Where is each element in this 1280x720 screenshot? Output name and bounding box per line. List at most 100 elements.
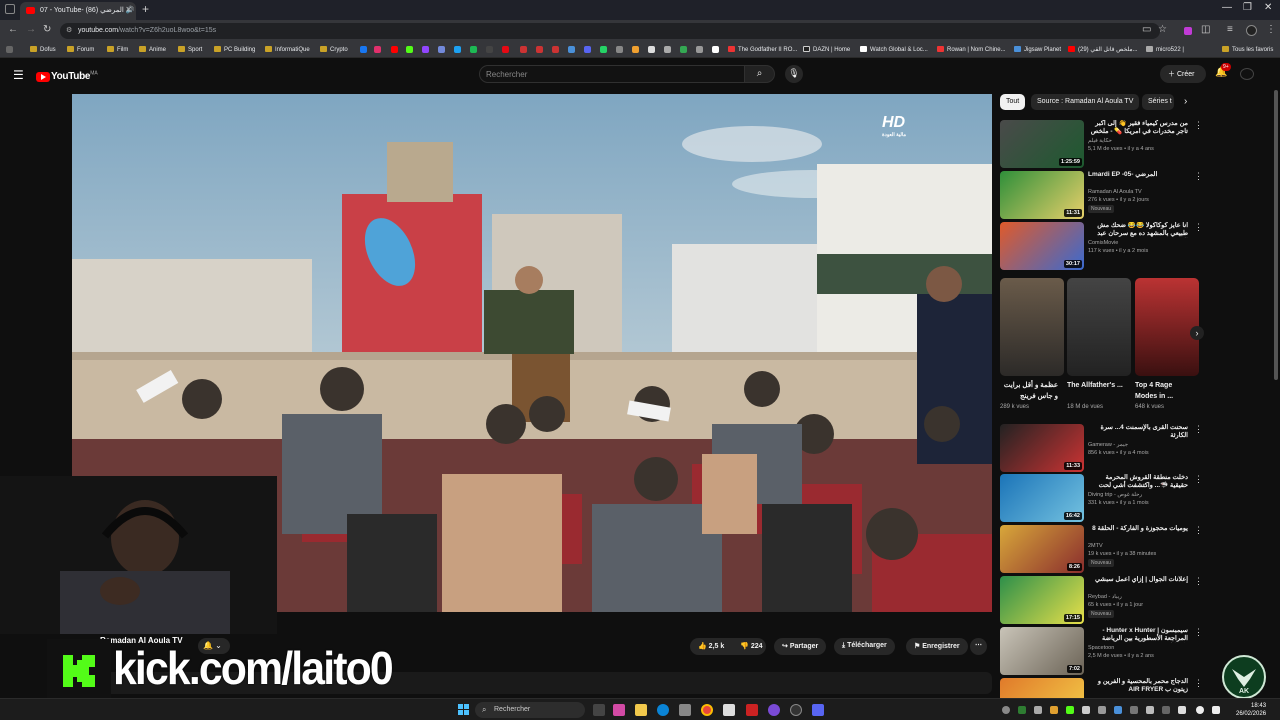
dislike-button[interactable]: 👎 224: [740, 643, 762, 650]
tray-icon[interactable]: [1050, 706, 1058, 714]
save-button[interactable]: ⚑ Enregistrer: [906, 638, 968, 655]
bookmark-folder-pc-building[interactable]: PC Building: [214, 46, 255, 53]
tray-icon[interactable]: [1066, 706, 1074, 714]
video-channel[interactable]: Diving trip - رحلة غوص: [1088, 492, 1142, 498]
short-title[interactable]: Top 4 Rage Modes in ...: [1135, 380, 1193, 402]
video-title[interactable]: انا عايز كوكاكولا 😂😂 ضحك مش طبيعي بالمشه…: [1088, 222, 1188, 238]
search-input[interactable]: Rechercher: [479, 65, 745, 83]
list-item[interactable]: الدجاج محمر بالمحسية و الفرين و زيتون ب …: [1000, 678, 1200, 698]
hamburger-menu-icon[interactable]: ☰: [13, 68, 24, 82]
more-options-icon[interactable]: ⋮: [1194, 678, 1200, 689]
bookmark-icon[interactable]: [616, 46, 623, 53]
spotify-bookmark-icon[interactable]: [470, 46, 477, 53]
voice-search-mic-icon[interactable]: 🎙: [785, 65, 803, 83]
chrome-taskbar-icon[interactable]: [701, 704, 713, 716]
cast-icon[interactable]: ▭: [1142, 24, 1151, 35]
taskbar-search[interactable]: ⌕ Rechercher: [475, 702, 585, 718]
bookmark-folder-dofus[interactable]: Dofus: [30, 46, 56, 53]
video-channel[interactable]: Reybad - ريباد: [1088, 594, 1122, 600]
more-actions-icon[interactable]: ⋯: [970, 638, 987, 655]
short-thumbnail[interactable]: [1135, 278, 1199, 376]
video-channel[interactable]: Gameraw - جيمر: [1088, 442, 1128, 448]
whatsapp-bookmark-icon[interactable]: [600, 46, 607, 53]
extension-icon[interactable]: [1184, 27, 1192, 35]
more-options-icon[interactable]: ⋮: [1194, 424, 1203, 435]
tray-icon[interactable]: [1130, 706, 1138, 714]
social-bookmark-icon[interactable]: [454, 46, 461, 53]
new-tab-icon[interactable]: +: [142, 2, 149, 16]
all-bookmarks-folder[interactable]: Tous les favoris: [1222, 46, 1273, 53]
video-thumbnail[interactable]: 11:33: [1000, 424, 1084, 472]
volume-icon[interactable]: [1212, 706, 1220, 714]
bookmark-jigsaw[interactable]: Jigsaw Planet: [1014, 46, 1061, 53]
back-icon[interactable]: ←: [8, 24, 18, 35]
menu-lines-icon[interactable]: ≡: [1227, 24, 1233, 35]
file-explorer-icon[interactable]: [635, 704, 647, 716]
account-avatar[interactable]: [1240, 68, 1254, 80]
bookmark-icon[interactable]: [584, 46, 591, 53]
bookmark-icon[interactable]: [648, 46, 655, 53]
video-title[interactable]: Lmardi EP -05- المرضي: [1088, 171, 1188, 187]
bookmark-micro[interactable]: micro522 |: [1146, 46, 1184, 53]
video-thumbnail[interactable]: 8:26: [1000, 525, 1084, 573]
chip-series[interactable]: Séries t: [1142, 94, 1174, 110]
tray-icon[interactable]: [1098, 706, 1106, 714]
bookmark-youtube-video[interactable]: (29) ملخص قاتل القي...: [1068, 46, 1138, 53]
more-options-icon[interactable]: ⋮: [1194, 627, 1203, 638]
page-scrollbar[interactable]: [1274, 90, 1278, 380]
list-item[interactable]: 7:02 سيمبسون | Hunter x Hunter - المراجع…: [1000, 627, 1203, 675]
tray-icon[interactable]: [1146, 706, 1154, 714]
chrome-menu-icon[interactable]: ⋮: [1266, 24, 1276, 35]
list-item[interactable]: 16:42 دخلت منطقة القروش المحرمة حقيقية 🦈…: [1000, 474, 1203, 522]
more-options-icon[interactable]: ⋮: [1194, 474, 1203, 485]
download-button[interactable]: ⤓ Télécharger: [834, 638, 895, 655]
video-title[interactable]: دخلت منطقة القروش المحرمة حقيقية 🦈... وا…: [1088, 474, 1188, 490]
bookmark-icon[interactable]: [486, 46, 493, 53]
video-thumbnail[interactable]: 17:15: [1000, 576, 1084, 624]
video-channel[interactable]: Spacetoon: [1088, 645, 1114, 651]
tray-icon[interactable]: [1082, 706, 1090, 714]
video-thumbnail[interactable]: 1:25:59: [1000, 120, 1084, 168]
video-thumbnail[interactable]: [1000, 678, 1084, 698]
video-title[interactable]: من مدرس كيمياء فقير 👋 إلى أكبر تاجر مخدر…: [1088, 120, 1188, 136]
store-icon[interactable]: [679, 704, 691, 716]
close-window-icon[interactable]: ✕: [1264, 2, 1272, 13]
short-title[interactable]: عظمة و أقل برايت و جاس فرينج: [1000, 380, 1058, 402]
tab-search-icon[interactable]: [5, 4, 15, 14]
bookmark-godfather[interactable]: The Godfather II RO...: [728, 46, 797, 53]
video-title[interactable]: الدجاج محمر بالمحسية و الفرين و زيتون ب …: [1088, 678, 1188, 694]
tray-icon[interactable]: [1018, 706, 1026, 714]
facebook-bookmark-icon[interactable]: [360, 46, 367, 53]
more-options-icon[interactable]: ⋮: [1194, 576, 1203, 587]
obs-icon[interactable]: [790, 704, 802, 716]
bookmark-icon[interactable]: [536, 46, 543, 53]
discord-bookmark-icon[interactable]: [438, 46, 445, 53]
bookmark-icon[interactable]: [712, 46, 719, 53]
app-icon[interactable]: [723, 704, 735, 716]
bookmark-icon[interactable]: [664, 46, 671, 53]
bookmark-folder-film[interactable]: Film: [107, 46, 128, 53]
bookmark-icon[interactable]: [632, 46, 639, 53]
bookmark-dazn[interactable]: DAZN | Home: [803, 46, 850, 53]
bookmark-icon[interactable]: [552, 46, 559, 53]
more-options-icon[interactable]: ⋮: [1194, 525, 1203, 536]
app-icon[interactable]: [746, 704, 758, 716]
more-options-icon[interactable]: ⋮: [1194, 120, 1203, 131]
tray-icon[interactable]: [1178, 706, 1186, 714]
maps-bookmark-icon[interactable]: [680, 46, 687, 53]
chip-source-channel[interactable]: Source : Ramadan Al Aoula TV: [1031, 94, 1140, 110]
shorts-next-chevron-icon[interactable]: ›: [1190, 326, 1204, 340]
wifi-icon[interactable]: [1196, 706, 1204, 714]
app-icon[interactable]: [812, 704, 824, 716]
list-item[interactable]: 8:26 يوميات محجوزة و الفاركة - الحلقة 8 …: [1000, 525, 1203, 573]
tray-icon[interactable]: [1034, 706, 1042, 714]
list-item[interactable]: 11:33 سحنت القرى بالإسمنت 4... سرة الكار…: [1000, 424, 1203, 472]
apps-grid-icon[interactable]: [6, 46, 13, 53]
windows-start-icon[interactable]: [458, 704, 469, 715]
edge-icon[interactable]: [657, 704, 669, 716]
video-channel[interactable]: ComisMovie: [1088, 240, 1118, 246]
video-title[interactable]: يوميات محجوزة و الفاركة - الحلقة 8: [1088, 525, 1188, 541]
bookmark-icon[interactable]: [568, 46, 575, 53]
video-thumbnail[interactable]: 30:17: [1000, 222, 1084, 270]
browser-tab[interactable]: 07 - YouTube- المرضي (86) 🔊 ✕: [20, 2, 136, 20]
